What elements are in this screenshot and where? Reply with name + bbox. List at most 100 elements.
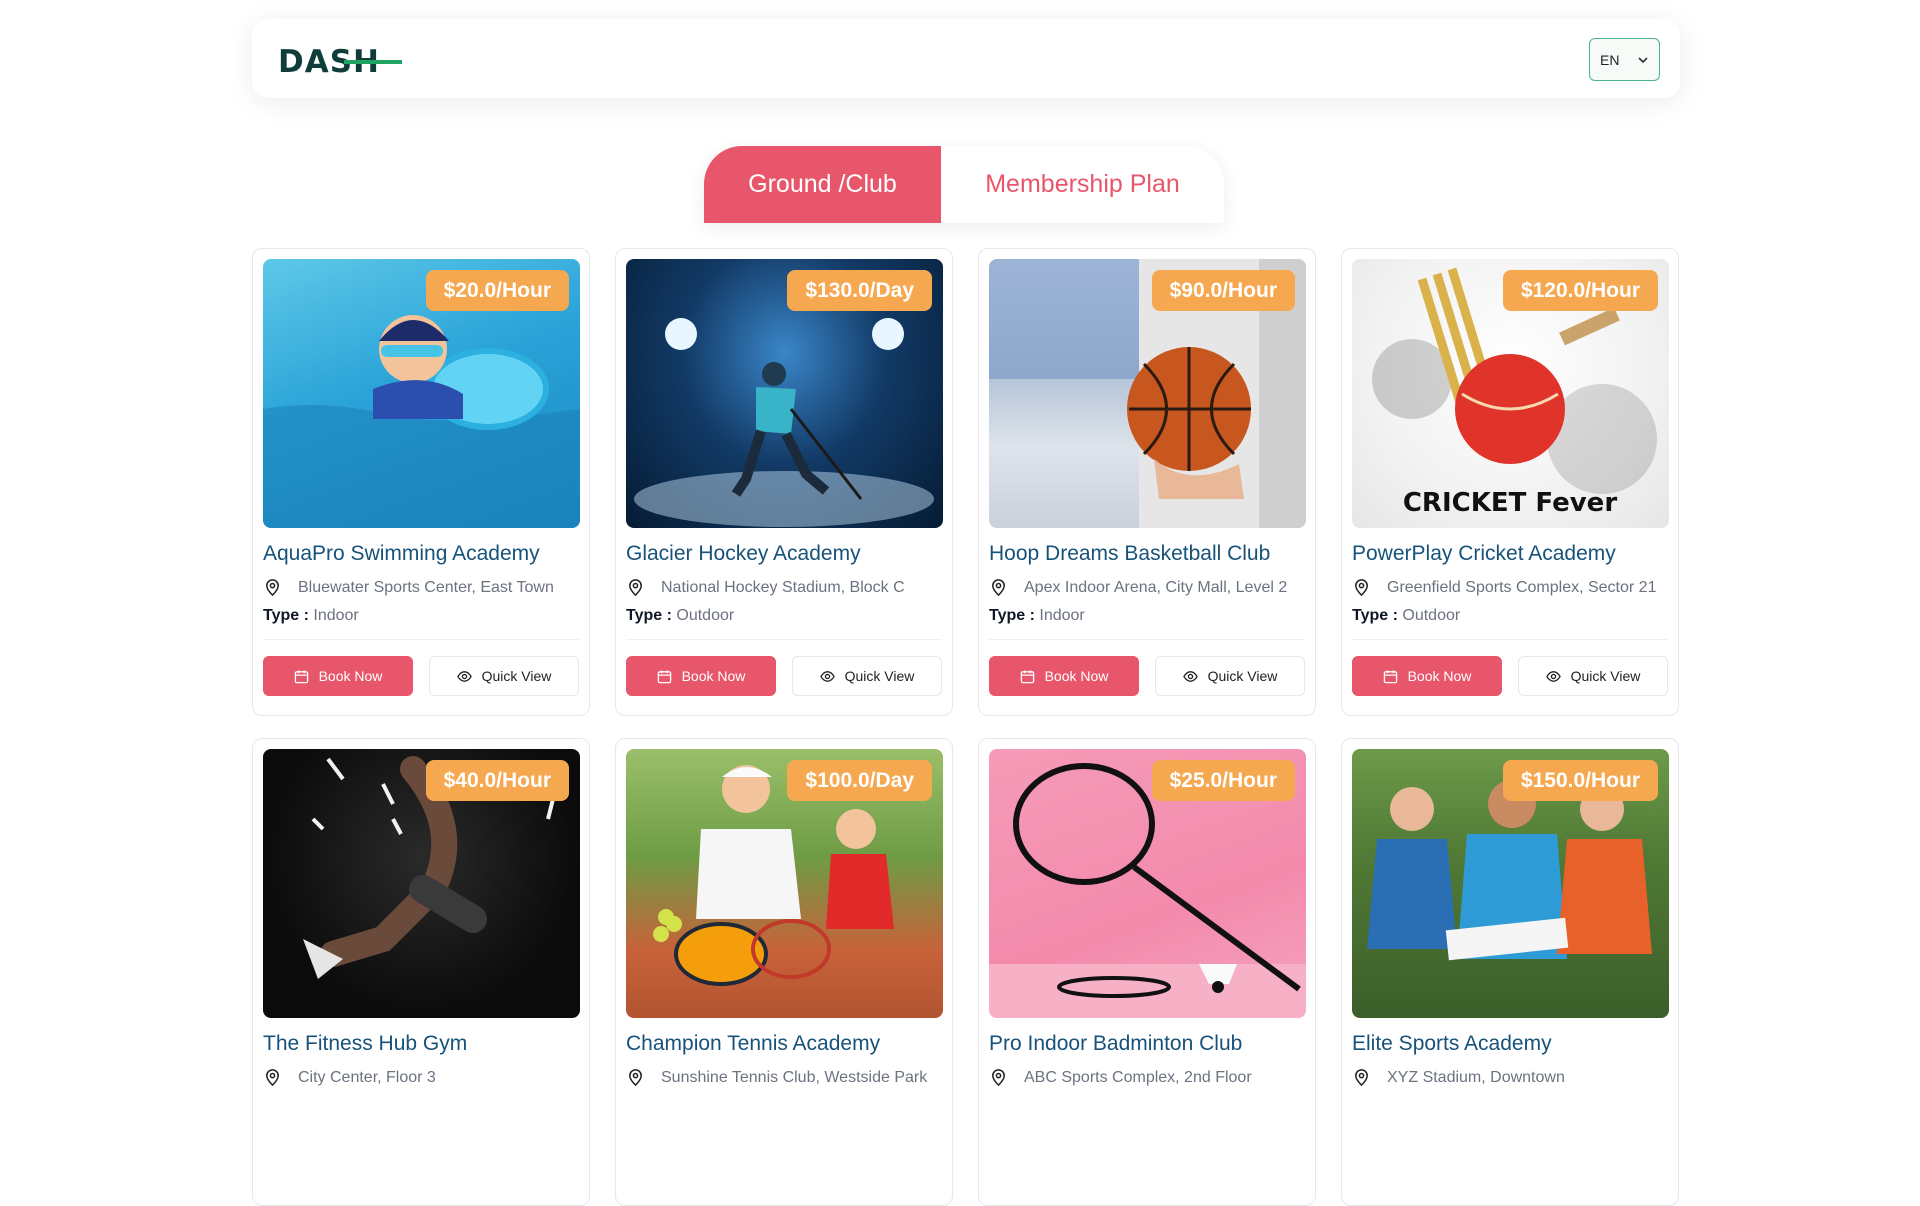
card-actions: Book Now Quick View	[626, 656, 942, 696]
club-location: National Hockey Stadium, Block C	[626, 578, 942, 597]
image-caption: CRICKET Fever	[1403, 488, 1617, 518]
location-pin-icon	[266, 1069, 279, 1087]
book-now-button[interactable]: Book Now	[626, 656, 776, 696]
book-now-label: Book Now	[318, 668, 383, 684]
card-actions: Book Now Quick View	[263, 656, 579, 696]
club-type: Type : Outdoor	[1352, 607, 1668, 625]
club-location: Bluewater Sports Center, East Town	[263, 578, 579, 597]
tab-membership-plan[interactable]: Membership Plan	[941, 146, 1224, 223]
location-pin-icon	[992, 1069, 1005, 1087]
quick-view-button[interactable]: Quick View	[1518, 656, 1668, 696]
club-image[interactable]: $40.0/Hour	[263, 749, 580, 1018]
type-value: Indoor	[313, 607, 359, 624]
quick-view-button[interactable]: Quick View	[1155, 656, 1305, 696]
calendar-icon	[1020, 669, 1034, 683]
language-code: EN	[1600, 51, 1620, 68]
club-location: City Center, Floor 3	[263, 1068, 579, 1087]
club-type: Type : Outdoor	[626, 607, 942, 625]
club-location: Apex Indoor Arena, City Mall, Level 2	[989, 578, 1305, 597]
price-badge: $130.0/Day	[787, 270, 932, 311]
price-badge: $90.0/Hour	[1151, 270, 1295, 311]
club-title[interactable]: Pro Indoor Badminton Club	[989, 1032, 1305, 1056]
book-now-button[interactable]: Book Now	[263, 656, 413, 696]
club-location: Greenfield Sports Complex, Sector 21	[1352, 578, 1668, 597]
eye-icon	[1182, 670, 1198, 682]
club-card: $100.0/Day Champion Tennis Academy Sunsh…	[615, 738, 953, 1206]
club-card: $130.0/Day Glacier Hockey Academy Nation…	[615, 248, 953, 716]
book-now-label: Book Now	[681, 668, 746, 684]
view-tabs: Ground /Club Membership Plan	[704, 146, 1224, 223]
club-type: Type : Indoor	[263, 607, 579, 625]
location-text: Sunshine Tennis Club, Westside Park	[661, 1068, 928, 1086]
language-select[interactable]: EN	[1589, 38, 1660, 81]
club-title[interactable]: The Fitness Hub Gym	[263, 1032, 579, 1056]
quick-view-button[interactable]: Quick View	[429, 656, 579, 696]
location-pin-icon	[992, 579, 1005, 597]
divider	[989, 639, 1305, 640]
club-image[interactable]: CRICKET Fever $120.0/Hour	[1352, 259, 1669, 528]
quick-view-label: Quick View	[1570, 668, 1641, 684]
card-actions: Book Now Quick View	[989, 656, 1305, 696]
location-text: Apex Indoor Arena, City Mall, Level 2	[1024, 578, 1288, 596]
type-label: Type :	[263, 607, 309, 624]
location-pin-icon	[1355, 1069, 1368, 1087]
card-actions: Book Now Quick View	[1352, 656, 1668, 696]
divider	[263, 639, 579, 640]
type-label: Type :	[989, 607, 1035, 624]
price-badge: $150.0/Hour	[1502, 760, 1658, 801]
book-now-button[interactable]: Book Now	[1352, 656, 1502, 696]
eye-icon	[456, 670, 472, 682]
location-text: Greenfield Sports Complex, Sector 21	[1387, 578, 1657, 596]
tab-ground-club[interactable]: Ground /Club	[704, 146, 941, 223]
club-title[interactable]: AquaPro Swimming Academy	[263, 542, 579, 566]
club-image[interactable]: $90.0/Hour	[989, 259, 1306, 528]
location-pin-icon	[1355, 579, 1368, 597]
club-title[interactable]: Glacier Hockey Academy	[626, 542, 942, 566]
quick-view-label: Quick View	[481, 668, 552, 684]
location-pin-icon	[629, 579, 642, 597]
top-header: DASH EN	[252, 19, 1680, 98]
quick-view-button[interactable]: Quick View	[792, 656, 942, 696]
price-badge: $20.0/Hour	[425, 270, 569, 311]
price-badge: $100.0/Day	[787, 760, 932, 801]
calendar-icon	[294, 669, 308, 683]
type-value: Indoor	[1039, 607, 1085, 624]
location-text: Bluewater Sports Center, East Town	[298, 578, 554, 596]
calendar-icon	[1383, 669, 1397, 683]
club-location: Sunshine Tennis Club, Westside Park	[626, 1068, 942, 1087]
club-card: CRICKET Fever $120.0/Hour PowerPlay Cric…	[1341, 248, 1679, 716]
calendar-icon	[657, 669, 671, 683]
club-image[interactable]: $100.0/Day	[626, 749, 943, 1018]
dash-logo[interactable]: DASH	[278, 44, 408, 78]
club-title[interactable]: Elite Sports Academy	[1352, 1032, 1668, 1056]
club-grid: $20.0/Hour AquaPro Swimming Academy Blue…	[252, 248, 1680, 1206]
club-location: XYZ Stadium, Downtown	[1352, 1068, 1668, 1087]
club-title[interactable]: Hoop Dreams Basketball Club	[989, 542, 1305, 566]
price-badge: $40.0/Hour	[425, 760, 569, 801]
club-location: ABC Sports Complex, 2nd Floor	[989, 1068, 1305, 1087]
club-image[interactable]: $25.0/Hour	[989, 749, 1306, 1018]
location-pin-icon	[266, 579, 279, 597]
club-card: $90.0/Hour Hoop Dreams Basketball Club A…	[978, 248, 1316, 716]
type-label: Type :	[626, 607, 672, 624]
type-value: Outdoor	[1402, 607, 1461, 624]
location-text: City Center, Floor 3	[298, 1068, 436, 1086]
quick-view-label: Quick View	[1207, 668, 1278, 684]
price-badge: $120.0/Hour	[1502, 270, 1658, 311]
divider	[626, 639, 942, 640]
club-image[interactable]: $150.0/Hour	[1352, 749, 1669, 1018]
type-label: Type :	[1352, 607, 1398, 624]
club-image[interactable]: $20.0/Hour	[263, 259, 580, 528]
club-image[interactable]: $130.0/Day	[626, 259, 943, 528]
type-value: Outdoor	[676, 607, 735, 624]
club-card: $40.0/Hour The Fitness Hub Gym City Cent…	[252, 738, 590, 1206]
book-now-label: Book Now	[1044, 668, 1109, 684]
club-title[interactable]: Champion Tennis Academy	[626, 1032, 942, 1056]
book-now-button[interactable]: Book Now	[989, 656, 1139, 696]
location-text: XYZ Stadium, Downtown	[1387, 1068, 1565, 1086]
club-type: Type : Indoor	[989, 607, 1305, 625]
quick-view-label: Quick View	[844, 668, 915, 684]
club-title[interactable]: PowerPlay Cricket Academy	[1352, 542, 1668, 566]
eye-icon	[1545, 670, 1561, 682]
location-text: ABC Sports Complex, 2nd Floor	[1024, 1068, 1252, 1086]
